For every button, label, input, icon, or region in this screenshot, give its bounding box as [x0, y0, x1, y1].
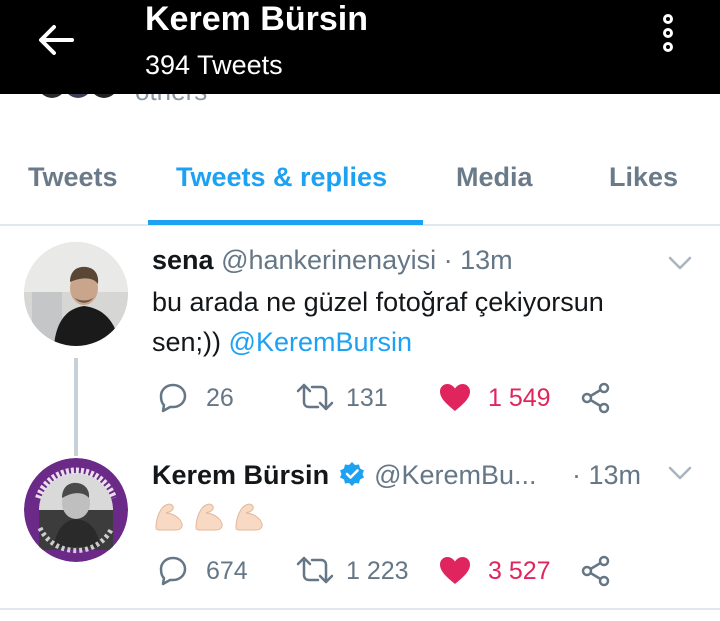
reply-count: 26: [206, 384, 234, 412]
tweet-time: 13m: [460, 245, 513, 275]
tab-media[interactable]: Media: [456, 162, 533, 193]
tweet-text-line: bu arada ne güzel fotoğraf çekiyorsun: [152, 287, 604, 317]
more-options-icon[interactable]: [654, 14, 682, 62]
mention-link[interactable]: @KeremBursin: [229, 327, 412, 357]
tweet-header: Kerem Bürsin @KeremBu...: [152, 460, 537, 491]
like-count: 1 549: [488, 384, 551, 412]
tweet-actions: 26 131 1 549: [0, 378, 720, 418]
author-handle: @KeremBu...: [374, 460, 537, 490]
author-handle: @hankerinenayisi: [221, 245, 437, 275]
author-name[interactable]: sena: [152, 245, 214, 275]
retweet-count: 1 223: [346, 557, 409, 585]
tweet-time: 13m: [588, 460, 642, 490]
followers-you-know-peek: others: [0, 94, 720, 110]
avatar[interactable]: [24, 242, 128, 346]
share-icon[interactable]: [580, 555, 612, 587]
verified-badge-icon: [339, 462, 364, 486]
followers-others-text: others: [135, 94, 207, 107]
tab-likes[interactable]: Likes: [609, 162, 678, 193]
follower-avatars-icon: [42, 94, 114, 98]
tweet-text-line: sen;)) @KeremBursin: [152, 322, 604, 362]
tab-tweets-and-replies[interactable]: Tweets & replies: [176, 162, 387, 193]
chevron-down-icon[interactable]: [668, 466, 692, 480]
back-arrow-icon[interactable]: [34, 18, 78, 62]
tweet-time-group: · 13m: [572, 460, 641, 491]
avatar[interactable]: [24, 458, 128, 562]
active-tab-indicator: [148, 220, 423, 225]
tab-tweets[interactable]: Tweets: [28, 162, 118, 193]
tweet-header: sena @hankerinenayisi · 13m: [152, 245, 513, 276]
retweet-icon[interactable]: [296, 555, 334, 585]
retweet-count: 131: [346, 384, 388, 412]
retweet-icon[interactable]: [296, 382, 334, 412]
tweet-actions: 674 1 223 3 527: [0, 551, 720, 591]
separator-dot: ·: [443, 245, 453, 275]
author-name[interactable]: Kerem Bürsin: [152, 460, 329, 490]
profile-header-bar: Kerem Bürsin 394 Tweets: [0, 0, 720, 94]
separator-dot: ·: [572, 460, 581, 490]
share-icon[interactable]: [580, 382, 612, 414]
tweet-count: 394 Tweets: [145, 50, 283, 80]
flexed-biceps-emoji: [155, 503, 263, 531]
reply-icon[interactable]: [157, 554, 189, 586]
tweet-text-plain: sen;)): [152, 327, 229, 357]
like-count: 3 527: [488, 557, 551, 585]
profile-name: Kerem Bürsin: [145, 0, 368, 38]
profile-tabs: Tweets Tweets & replies Media Likes: [0, 140, 720, 226]
reply-count: 674: [206, 557, 248, 585]
chevron-down-icon[interactable]: [668, 256, 692, 270]
heart-icon[interactable]: [438, 382, 472, 412]
heart-icon[interactable]: [438, 555, 472, 585]
tweet-text: bu arada ne güzel fotoğraf çekiyorsun se…: [152, 282, 604, 362]
reply-icon[interactable]: [157, 381, 189, 413]
tweet-divider: [0, 608, 720, 610]
